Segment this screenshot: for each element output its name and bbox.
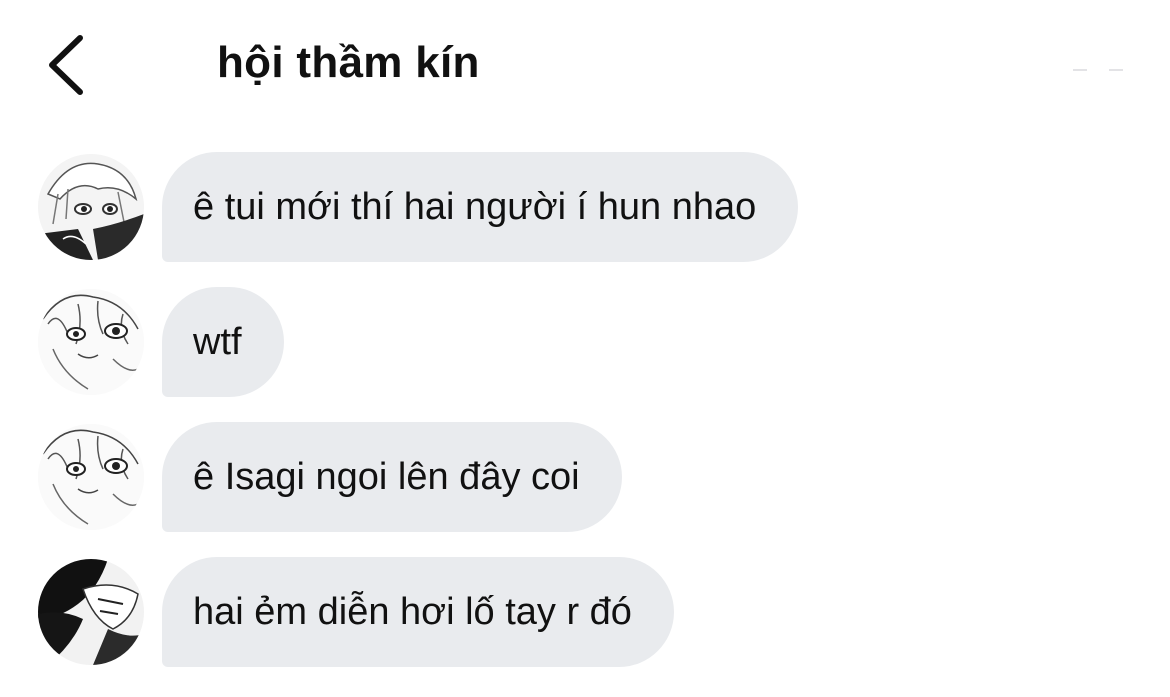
avatar-sketch-face[interactable] <box>38 289 144 395</box>
message-row: ê tui mới thí hai người í hun nhao <box>38 152 1138 262</box>
message-text: ê Isagi ngoi lên đây coi <box>193 455 580 498</box>
avatar-white-hair[interactable] <box>38 154 144 260</box>
avatar-sketch-face[interactable] <box>38 424 144 530</box>
header-divider <box>1073 69 1087 71</box>
chat-header: hội thầm kín <box>0 0 1170 130</box>
message-text: hai ẻm diễn hơi lố tay r đó <box>193 590 632 633</box>
message-row: hai ẻm diễn hơi lố tay r đó <box>38 557 1138 667</box>
chevron-left-icon <box>49 35 83 95</box>
message-bubble[interactable]: wtf <box>162 287 284 397</box>
header-divider <box>1109 69 1123 71</box>
back-button[interactable] <box>40 30 96 100</box>
avatar-dark-hair[interactable] <box>38 559 144 665</box>
chat-title: hội thầm kín <box>217 38 480 87</box>
message-bubble[interactable]: ê Isagi ngoi lên đây coi <box>162 422 622 532</box>
message-text: ê tui mới thí hai người í hun nhao <box>193 185 757 228</box>
message-text: wtf <box>193 320 242 363</box>
message-row: wtf <box>38 287 1138 397</box>
message-row: ê Isagi ngoi lên đây coi <box>38 422 1138 532</box>
message-bubble[interactable]: ê tui mới thí hai người í hun nhao <box>162 152 799 262</box>
message-bubble[interactable]: hai ẻm diễn hơi lố tay r đó <box>162 557 674 667</box>
